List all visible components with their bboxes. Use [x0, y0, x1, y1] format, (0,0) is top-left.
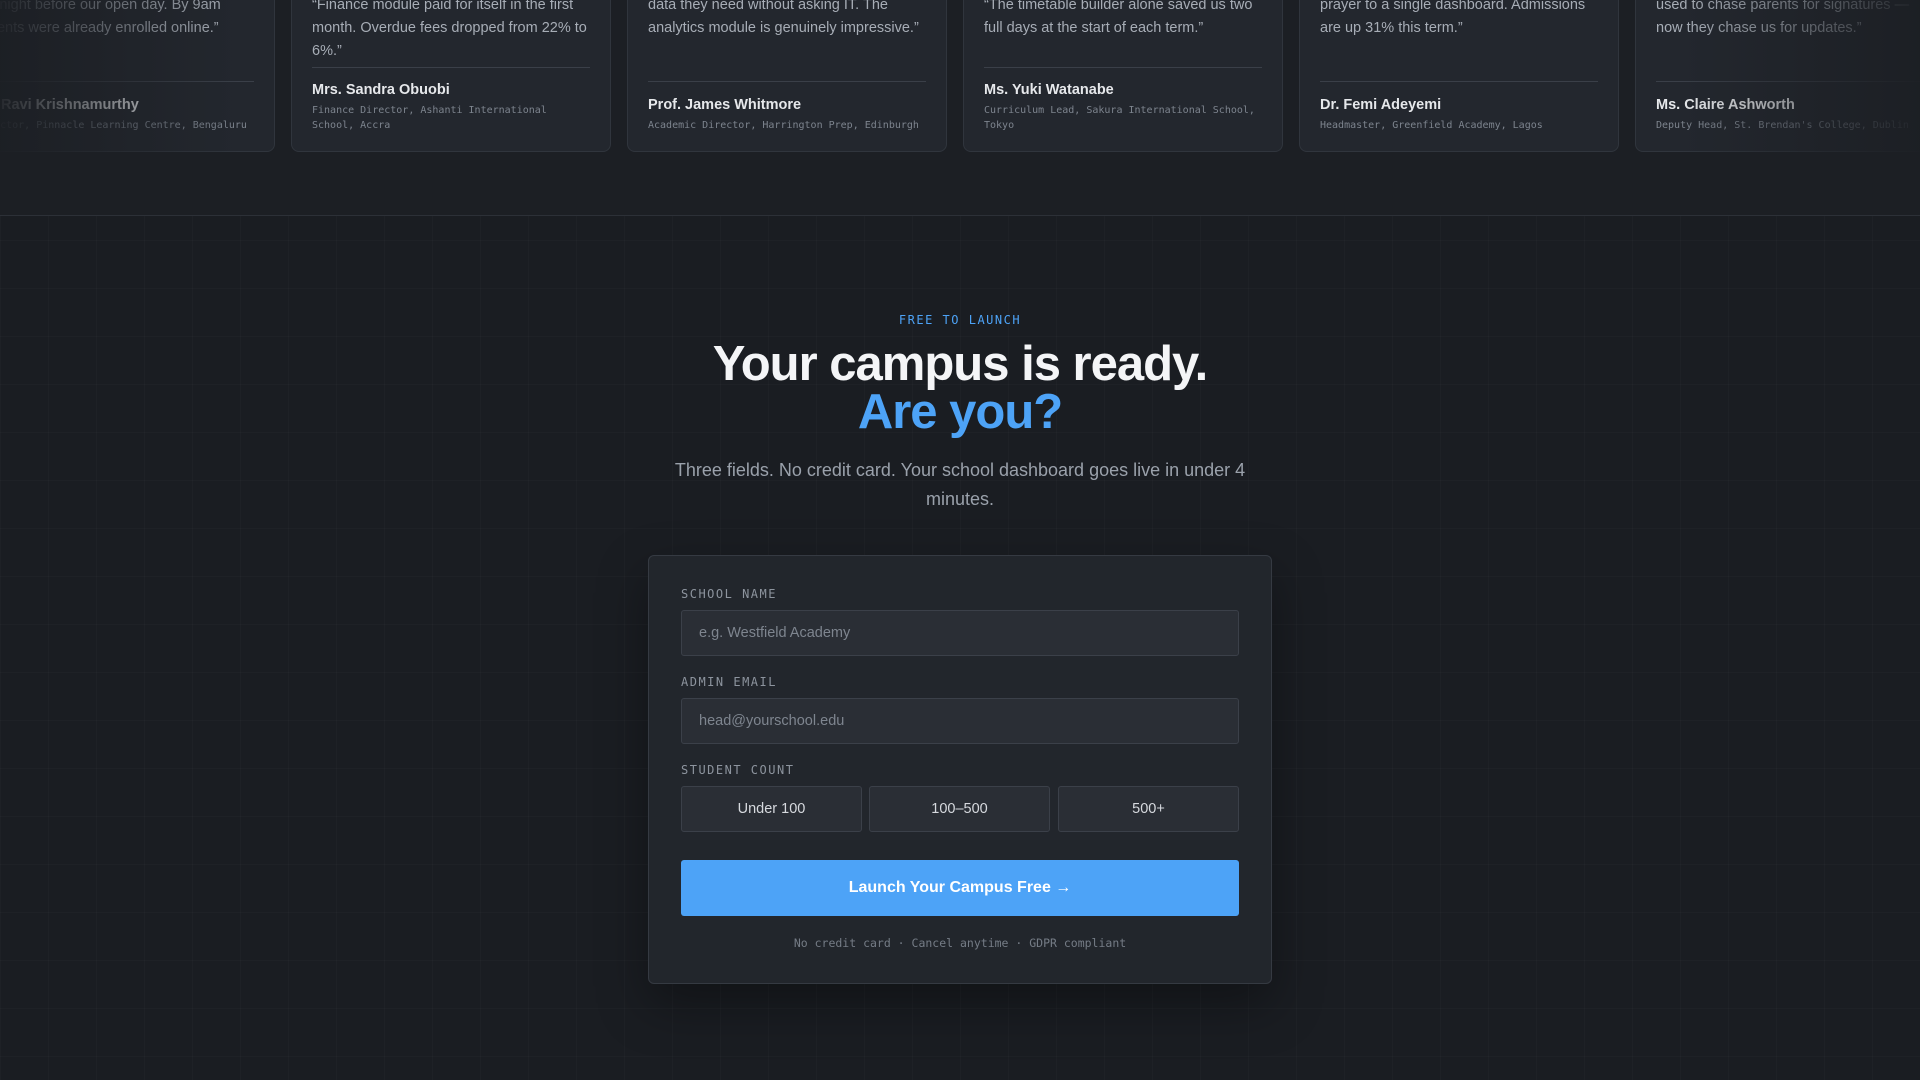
launch-campus-button[interactable]: Launch Your Campus Free →: [681, 860, 1239, 916]
testimonial-card: “Our department heads finally have the d…: [627, 0, 947, 152]
student-count-option-under-100[interactable]: Under 100: [681, 786, 862, 832]
testimonial-name: Ms. Claire Ashworth: [1656, 97, 1795, 113]
testimonial-divider: [312, 67, 590, 68]
testimonial-divider: [0, 81, 254, 82]
admin-email-input[interactable]: [681, 698, 1239, 744]
testimonial-card: “We went from three spreadsheets and a p…: [1299, 0, 1619, 152]
testimonial-divider: [1656, 81, 1920, 82]
testimonial-card: “The timetable builder alone saved us tw…: [963, 0, 1283, 152]
page-title: Your campus is ready. Are you?: [0, 337, 1920, 439]
eyebrow-label: FREE TO LAUNCH: [898, 313, 1022, 327]
testimonial-name: Prof. James Whitmore: [648, 97, 802, 113]
headline-accent: Are you?: [857, 385, 1063, 439]
testimonial-role: Director, Pinnacle Learning Centre, Beng…: [0, 120, 247, 131]
testimonial-divider: [648, 81, 926, 82]
testimonial-divider: [984, 67, 1262, 68]
student-count-option-500-plus[interactable]: 500+: [1058, 786, 1239, 832]
school-name-label: SCHOOL NAME: [681, 587, 777, 601]
testimonial-quote: “Finance module paid for itself in the f…: [312, 0, 587, 59]
testimonial-name: Ms. Yuki Watanabe: [984, 82, 1114, 98]
testimonial-divider: [1320, 81, 1598, 82]
testimonial-quote: “The parent portal actually gets used. W…: [1656, 0, 1910, 36]
testimonial-quote: “We moved our entire online presence at …: [0, 0, 221, 36]
testimonials-strip: “We moved our entire online presence at …: [0, 0, 1920, 216]
admin-email-label: ADMIN EMAIL: [681, 675, 777, 689]
testimonial-name: Dr. Femi Adeyemi: [1320, 97, 1442, 113]
testimonial-role: Finance Director, Ashanti International …: [312, 105, 547, 131]
testimonial-card: “We moved our entire online presence at …: [0, 0, 275, 152]
testimonial-name: Mr. Ravi Krishnamurthy: [0, 97, 139, 113]
student-count-label: STUDENT COUNT: [681, 763, 795, 777]
testimonial-role: Academic Director, Harrington Prep, Edin…: [648, 120, 919, 131]
school-name-input[interactable]: [681, 610, 1239, 656]
fine-print: No credit card · Cancel anytime · GDPR c…: [793, 936, 1127, 950]
testimonial-quote: “We went from three spreadsheets and a p…: [1320, 0, 1586, 36]
testimonial-card: “Finance module paid for itself in the f…: [291, 0, 611, 152]
testimonials-track: “We moved our entire online presence at …: [0, 0, 1920, 152]
signup-form: SCHOOL NAME ADMIN EMAIL STUDENT COUNT Un…: [648, 555, 1272, 984]
testimonial-quote: “The timetable builder alone saved us tw…: [984, 0, 1253, 36]
headline-main: Your campus is ready.: [712, 337, 1209, 391]
testimonial-role: Curriculum Lead, Sakura International Sc…: [984, 105, 1255, 131]
testimonial-quote: “Our department heads finally have the d…: [648, 0, 919, 36]
testimonial-role: Deputy Head, St. Brendan's College, Dubl…: [1656, 120, 1909, 131]
testimonial-card: “The parent portal actually gets used. W…: [1635, 0, 1920, 152]
student-count-option-100-500[interactable]: 100–500: [869, 786, 1050, 832]
testimonial-role: Headmaster, Greenfield Academy, Lagos: [1320, 120, 1543, 131]
testimonial-name: Mrs. Sandra Obuobi: [312, 82, 450, 98]
subtitle: Three fields. No credit card. Your schoo…: [674, 460, 1246, 509]
